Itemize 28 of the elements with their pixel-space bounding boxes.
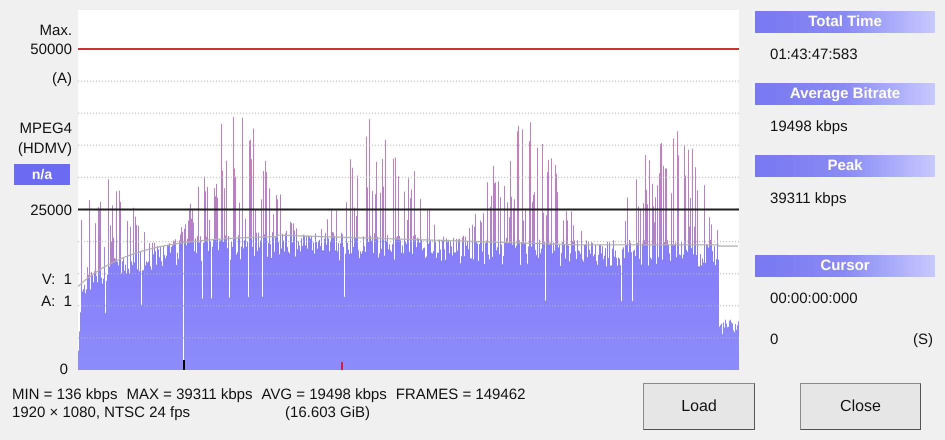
panel-header: Cursor [755, 255, 935, 277]
video-format: 1920 × 1080, NTSC 24 fps [12, 404, 192, 422]
close-button[interactable]: Close [800, 383, 921, 430]
stat-text: MIN = 136 kbps [12, 386, 118, 404]
stat-text: AVG = 19498 kbps [262, 386, 387, 404]
panel-value: 39311 kbps [770, 188, 846, 209]
panel-header: Average Bitrate [755, 83, 935, 105]
load-button[interactable]: Load [643, 383, 755, 430]
axis-label: (A) [52, 71, 72, 86]
panel-header: Peak [755, 155, 935, 177]
axis-label: 25000 [30, 203, 72, 218]
track-count: A: 1 [41, 294, 72, 309]
codec-badge: n/a [14, 164, 70, 185]
panel-value: 01:43:47:583 [770, 44, 858, 65]
panel-value: 19498 kbps [770, 116, 848, 137]
codec-name: MPEG4 [19, 121, 72, 136]
axis-label: Max. [39, 23, 72, 38]
axis-label: 50000 [30, 42, 72, 57]
panel-value: 00:00:00:000 [770, 288, 858, 309]
track-count: V: 1 [42, 272, 72, 287]
file-size: (16.603 GiB) [285, 404, 370, 422]
panel-header: Total Time [755, 11, 935, 33]
stat-text: FRAMES = 149462 [396, 386, 526, 404]
panel-value: 0 [770, 330, 778, 350]
unit-label: (S) [913, 330, 933, 350]
stat-text: MAX = 39311 kbps [126, 386, 253, 404]
codec-format: (HDMV) [18, 141, 72, 156]
axis-label: 0 [60, 362, 68, 377]
